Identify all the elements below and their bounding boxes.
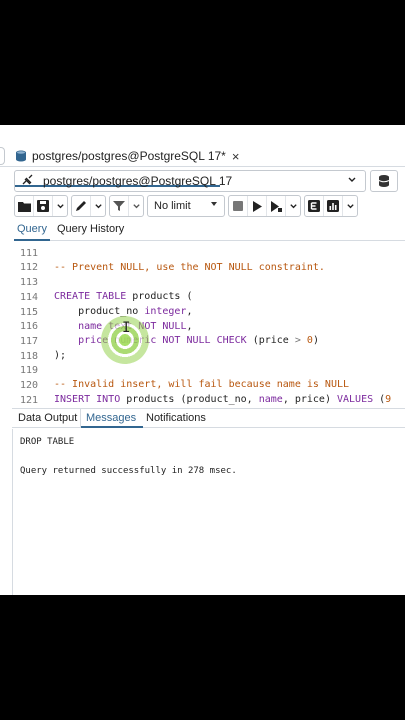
code-line: 115 name text NOT NULL, <box>14 292 405 332</box>
database-icon <box>378 175 390 187</box>
tab-messages-underline <box>81 426 143 428</box>
query-toolbar: No limit <box>14 195 405 217</box>
edit-menu-button[interactable] <box>91 196 105 216</box>
row-limit-select[interactable]: No limit <box>147 195 225 217</box>
save-button[interactable] <box>34 196 53 216</box>
tab-query-title: postgres/postgres@PostgreSQL 17* <box>32 149 226 163</box>
edit-group <box>71 195 106 217</box>
new-connection-button[interactable] <box>370 170 398 192</box>
editor-tabs: Query Query History <box>14 221 405 241</box>
edit-button[interactable] <box>72 196 91 216</box>
stop-icon <box>233 201 243 211</box>
code-line: 114 product_no integer, <box>14 277 405 317</box>
play-icon <box>253 200 262 212</box>
tab-query-tool[interactable]: postgres/postgres@PostgreSQL 17* × <box>14 146 239 166</box>
connection-label: postgres/postgres@PostgreSQL 17 <box>43 174 233 188</box>
tab-messages[interactable]: Messages <box>86 412 136 424</box>
folder-icon <box>17 201 31 212</box>
play-script-icon <box>271 200 282 212</box>
save-icon <box>37 200 49 212</box>
code-line: 117 ); <box>14 321 405 361</box>
code-line: 119 -- Invalid insert, will fail because… <box>14 350 405 390</box>
database-icon <box>16 150 26 162</box>
bar-chart-icon <box>327 200 339 212</box>
code-line: 116 price numeric NOT NULL CHECK (price … <box>14 306 405 346</box>
tab-query[interactable]: Query <box>17 223 47 235</box>
prev-tab-stub[interactable] <box>0 147 5 165</box>
text-cursor-icon: I <box>122 320 131 336</box>
execute-button[interactable] <box>248 196 267 216</box>
code-line: 121 <box>14 380 405 406</box>
tab-notifications[interactable]: Notifications <box>146 412 206 424</box>
code-line: 120 INSERT INTO products (product_no, na… <box>14 365 405 405</box>
messages-panel: DROP TABLE Query returned successfully i… <box>12 429 405 595</box>
chevron-down-icon <box>347 175 357 188</box>
code-line: 122 DROP TABLE products; <box>14 394 405 407</box>
filter-menu-button[interactable] <box>129 196 143 216</box>
explain-button[interactable] <box>305 196 324 216</box>
explain-group <box>304 195 358 217</box>
pencil-icon <box>75 201 86 211</box>
close-icon[interactable]: × <box>232 149 240 164</box>
chevron-down-icon <box>94 203 102 208</box>
execute-menu-button[interactable] <box>286 196 300 216</box>
pgadmin-window: postgres/postgres@PostgreSQL 17* × postg… <box>0 125 405 595</box>
open-file-button[interactable] <box>15 196 34 216</box>
chevron-down-icon <box>132 203 140 208</box>
code-line: 113 CREATE TABLE products ( <box>14 262 405 302</box>
file-group <box>14 195 68 217</box>
filter-icon <box>113 201 125 211</box>
chevron-down-icon <box>346 203 354 208</box>
tab-query-underline <box>14 239 50 241</box>
explain-menu-button[interactable] <box>343 196 357 216</box>
chevron-down-icon <box>289 203 297 208</box>
connection-bar: postgres/postgres@PostgreSQL 17 <box>14 170 405 192</box>
message-line: DROP TABLE <box>20 437 75 447</box>
sql-editor[interactable]: 111 -- Prevent NULL, use the NOT NULL co… <box>14 242 405 407</box>
stop-button[interactable] <box>229 196 248 216</box>
row-limit-value: No limit <box>154 200 191 212</box>
message-line: Query returned successfully in 278 msec. <box>20 466 237 476</box>
connection-select[interactable]: postgres/postgres@PostgreSQL 17 <box>14 170 366 192</box>
save-menu-button[interactable] <box>53 196 67 216</box>
plug-icon <box>21 174 35 189</box>
code-line: 112 <box>14 247 405 273</box>
filter-button[interactable] <box>110 196 129 216</box>
caret-down-icon <box>210 200 218 210</box>
explain-analyze-button[interactable] <box>324 196 343 216</box>
execute-group <box>228 195 301 217</box>
filter-group <box>109 195 144 217</box>
tab-query-history[interactable]: Query History <box>57 223 124 235</box>
tab-bar: postgres/postgres@PostgreSQL 17* × <box>0 145 405 187</box>
tab-data-output[interactable]: Data Output <box>18 412 77 424</box>
code-line: 118 <box>14 336 405 362</box>
chevron-down-icon <box>56 203 64 208</box>
results-tabs: Data Output Messages Notifications <box>12 408 405 428</box>
execute-script-button[interactable] <box>267 196 286 216</box>
explain-icon <box>308 200 320 212</box>
